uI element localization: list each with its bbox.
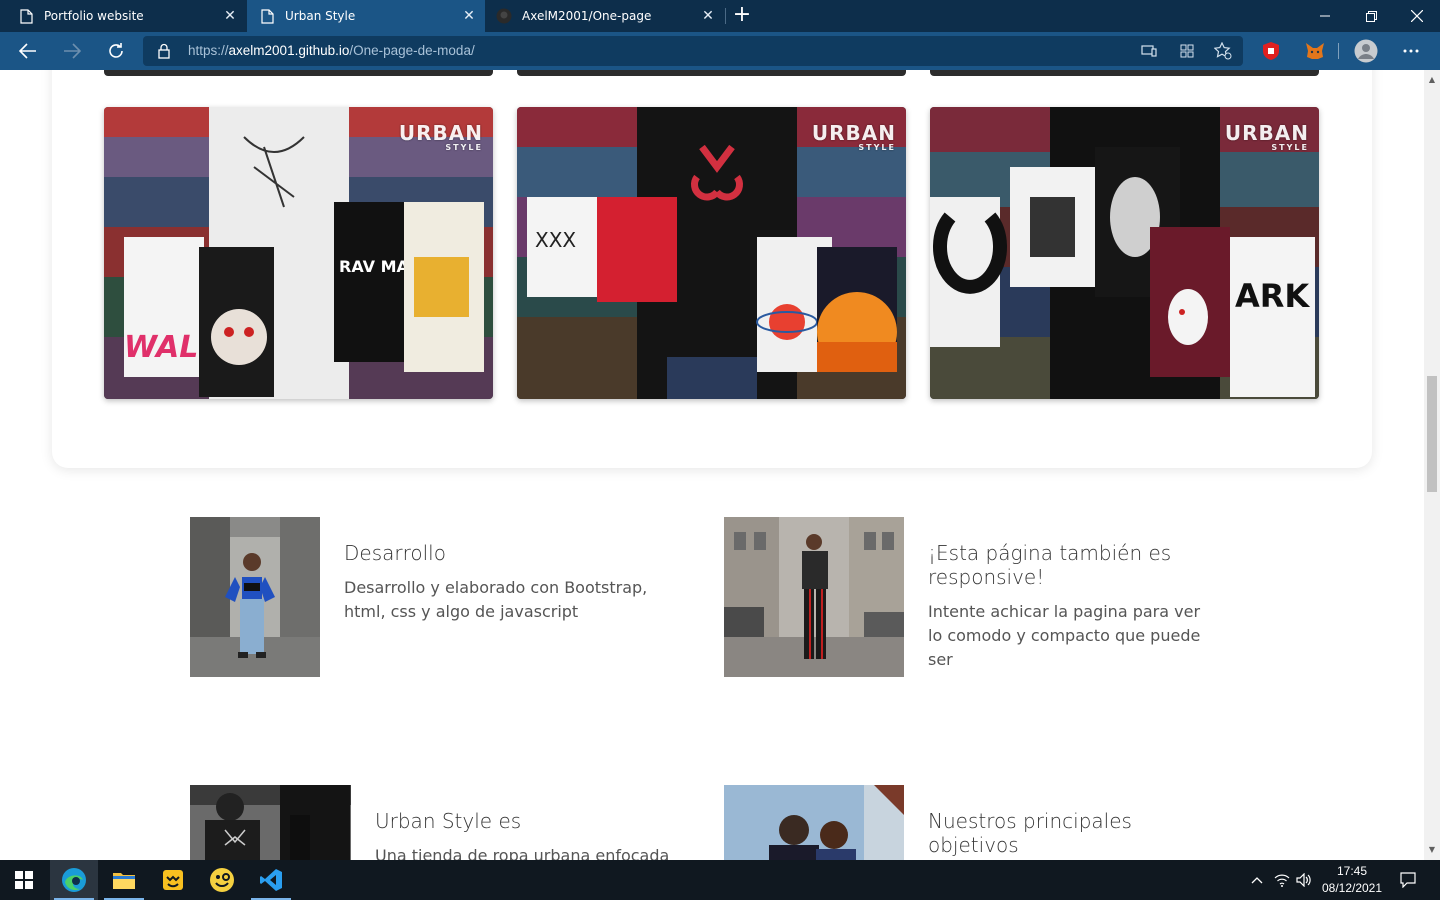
new-tab-button[interactable]: + xyxy=(729,3,755,29)
feature-image-objetivos xyxy=(724,785,904,860)
page-icon xyxy=(18,8,34,24)
profile-avatar[interactable] xyxy=(1354,39,1378,63)
scroll-up-icon[interactable]: ▲ xyxy=(1424,72,1440,88)
scroll-down-icon[interactable]: ▼ xyxy=(1424,842,1440,858)
svg-text:XXX: XXX xyxy=(535,228,576,252)
clock-date: 08/12/2021 xyxy=(1321,881,1383,895)
feature-title-urban-style: Urban Style es xyxy=(375,809,522,833)
address-bar[interactable]: https://axelm2001.github.io/One-page-de-… xyxy=(143,36,1243,66)
toolbar-divider xyxy=(1338,43,1339,59)
tab-strip: Portfolio website ✕ Urban Style ✕ AxelM2… xyxy=(0,0,1440,32)
more-options-icon[interactable] xyxy=(1400,40,1422,62)
urban-style-watermark: URBAN STYLE xyxy=(398,121,483,152)
tab-label: AxelM2001/One-page xyxy=(522,9,652,23)
feature-image-desarrollo xyxy=(190,517,320,677)
lock-icon[interactable] xyxy=(157,43,173,59)
page-viewport: RAV MA WAL URBAN STYLE XXX URBAN STYLE A… xyxy=(0,70,1424,860)
apps-icon[interactable] xyxy=(1178,42,1196,60)
minimize-icon[interactable] xyxy=(1302,0,1348,32)
urban-style-watermark: URBAN STYLE xyxy=(811,121,896,152)
notifications-icon[interactable] xyxy=(1396,860,1420,900)
tab-label: Portfolio website xyxy=(44,9,144,23)
feature-text-urban-style: Una tienda de ropa urbana enfocada xyxy=(375,846,670,860)
tab-github-repo[interactable]: AxelM2001/One-page ✕ xyxy=(486,0,724,32)
clock-time: 17:45 xyxy=(1336,864,1368,878)
gallery-photo-prev-row xyxy=(104,70,493,76)
system-clock[interactable]: 17:45 08/12/2021 xyxy=(1312,863,1392,897)
scrollbar-thumb[interactable] xyxy=(1427,376,1437,492)
close-tab-icon[interactable]: ✕ xyxy=(698,6,718,26)
svg-text:RAV MA: RAV MA xyxy=(339,257,409,276)
gallery-photo-1[interactable]: RAV MA WAL URBAN STYLE xyxy=(104,107,493,399)
tab-label: Urban Style xyxy=(285,9,356,23)
feature-title-responsive: ¡Esta página también es responsive! xyxy=(928,541,1172,589)
forward-icon[interactable] xyxy=(56,36,88,66)
show-hidden-icons-icon[interactable] xyxy=(1248,860,1266,900)
app-yellow-icon[interactable] xyxy=(149,860,197,900)
extension-shield-icon[interactable] xyxy=(1260,40,1282,62)
windows-taskbar: 17:45 08/12/2021 xyxy=(0,860,1440,900)
close-tab-icon[interactable]: ✕ xyxy=(220,6,240,26)
tab-divider xyxy=(725,8,726,24)
gallery-photo-2[interactable]: XXX URBAN STYLE xyxy=(517,107,906,399)
refresh-icon[interactable] xyxy=(100,36,132,66)
file-explorer-icon[interactable] xyxy=(100,860,148,900)
feature-text-desarrollo: Desarrollo y elaborado con Bootstrap, ht… xyxy=(344,578,648,621)
page-icon xyxy=(259,8,275,24)
svg-text:WAL: WAL xyxy=(124,330,198,365)
github-icon xyxy=(496,8,512,24)
vscode-icon[interactable] xyxy=(247,860,295,900)
urban-style-watermark: URBAN STYLE xyxy=(1224,121,1309,152)
network-icon[interactable] xyxy=(1272,860,1292,900)
gallery-photo-3[interactable]: ARK URBAN STYLE xyxy=(930,107,1319,399)
feature-image-responsive xyxy=(724,517,904,677)
feature-title-desarrollo: Desarrollo xyxy=(344,541,446,565)
restore-icon[interactable] xyxy=(1348,0,1394,32)
app-smiley-icon[interactable] xyxy=(198,860,246,900)
url-text[interactable]: https://axelm2001.github.io/One-page-de-… xyxy=(188,43,475,58)
browser-toolbar: https://axelm2001.github.io/One-page-de-… xyxy=(0,32,1440,70)
metamask-icon[interactable] xyxy=(1304,40,1326,62)
svg-text:ARK: ARK xyxy=(1235,277,1310,315)
page-scrollbar[interactable]: ▲ ▼ xyxy=(1424,70,1440,860)
gallery-photo-prev-row xyxy=(930,70,1319,76)
feature-image-urban-style xyxy=(190,785,351,860)
close-window-icon[interactable] xyxy=(1394,0,1440,32)
feature-title-objetivos: Nuestros principales objetivos xyxy=(928,809,1132,857)
tab-urban-style[interactable]: Urban Style ✕ xyxy=(247,0,485,32)
gallery-photo-prev-row xyxy=(517,70,906,76)
cast-icon[interactable] xyxy=(1140,42,1158,60)
close-tab-icon[interactable]: ✕ xyxy=(459,6,479,26)
back-icon[interactable] xyxy=(12,36,44,66)
tab-portfolio-website[interactable]: Portfolio website ✕ xyxy=(0,0,246,32)
volume-icon[interactable] xyxy=(1294,860,1314,900)
windows-start-icon[interactable] xyxy=(0,860,48,900)
gallery-card: RAV MA WAL URBAN STYLE XXX URBAN STYLE A… xyxy=(52,70,1372,468)
edge-icon[interactable] xyxy=(50,860,98,900)
add-favorite-icon[interactable] xyxy=(1214,42,1232,60)
feature-text-responsive: Intente achicar la pagina para ver lo co… xyxy=(928,602,1201,669)
